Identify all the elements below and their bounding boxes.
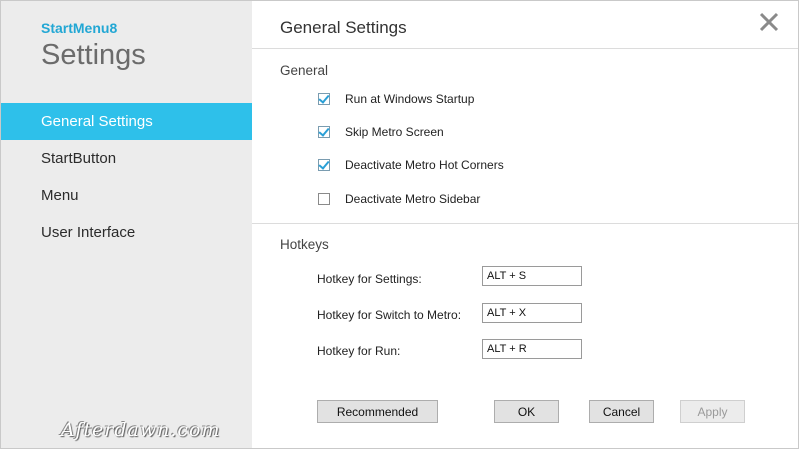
settings-window: StartMenu8 Settings General Settings Sta… bbox=[0, 0, 799, 449]
page-title: General Settings bbox=[280, 18, 407, 37]
watermark: Afterdawn.com bbox=[61, 419, 221, 441]
option-deactivate-hot-corners[interactable]: Deactivate Metro Hot Corners bbox=[318, 156, 504, 174]
hotkey-settings-input[interactable] bbox=[482, 266, 582, 286]
option-label: Skip Metro Screen bbox=[345, 125, 444, 139]
hotkeys-section-heading: Hotkeys bbox=[280, 237, 329, 252]
hotkey-run-label: Hotkey for Run: bbox=[317, 344, 401, 358]
option-label: Run at Windows Startup bbox=[345, 92, 475, 106]
general-section-heading: General bbox=[280, 63, 329, 78]
recommended-button[interactable]: Recommended bbox=[317, 400, 438, 423]
sidebar-item-general-settings[interactable]: General Settings bbox=[1, 103, 252, 140]
cancel-button[interactable]: Cancel bbox=[589, 400, 654, 423]
hotkey-switch-metro-label: Hotkey for Switch to Metro: bbox=[317, 308, 462, 322]
option-skip-metro-screen[interactable]: Skip Metro Screen bbox=[318, 123, 444, 141]
main-panel: General Settings General Run at Windows … bbox=[252, 1, 798, 448]
option-label: Deactivate Metro Hot Corners bbox=[345, 158, 504, 172]
option-run-at-startup[interactable]: Run at Windows Startup bbox=[318, 90, 474, 108]
option-deactivate-sidebar[interactable]: Deactivate Metro Sidebar bbox=[318, 190, 480, 208]
hotkey-settings-label: Hotkey for Settings: bbox=[317, 272, 422, 286]
apply-button[interactable]: Apply bbox=[680, 400, 745, 423]
hotkey-run-input[interactable] bbox=[482, 339, 582, 359]
sidebar-nav: General Settings StartButton Menu User I… bbox=[1, 103, 252, 251]
skip-metro-screen-checkbox[interactable] bbox=[318, 126, 330, 138]
hotkey-switch-metro-input[interactable] bbox=[482, 303, 582, 323]
ok-button[interactable]: OK bbox=[494, 400, 559, 423]
divider bbox=[252, 223, 798, 224]
close-icon bbox=[759, 12, 779, 32]
run-at-startup-checkbox[interactable] bbox=[318, 93, 330, 105]
sidebar-item-startbutton[interactable]: StartButton bbox=[1, 140, 252, 177]
deactivate-sidebar-checkbox[interactable] bbox=[318, 193, 330, 205]
option-label: Deactivate Metro Sidebar bbox=[345, 192, 481, 206]
divider bbox=[252, 48, 798, 49]
app-name: StartMenu8 bbox=[41, 20, 118, 36]
sidebar-item-menu[interactable]: Menu bbox=[1, 177, 252, 214]
sidebar: StartMenu8 Settings General Settings Sta… bbox=[1, 1, 252, 448]
sidebar-item-user-interface[interactable]: User Interface bbox=[1, 214, 252, 251]
sidebar-title: Settings bbox=[41, 39, 146, 71]
close-button[interactable] bbox=[757, 10, 781, 34]
deactivate-hot-corners-checkbox[interactable] bbox=[318, 159, 330, 171]
